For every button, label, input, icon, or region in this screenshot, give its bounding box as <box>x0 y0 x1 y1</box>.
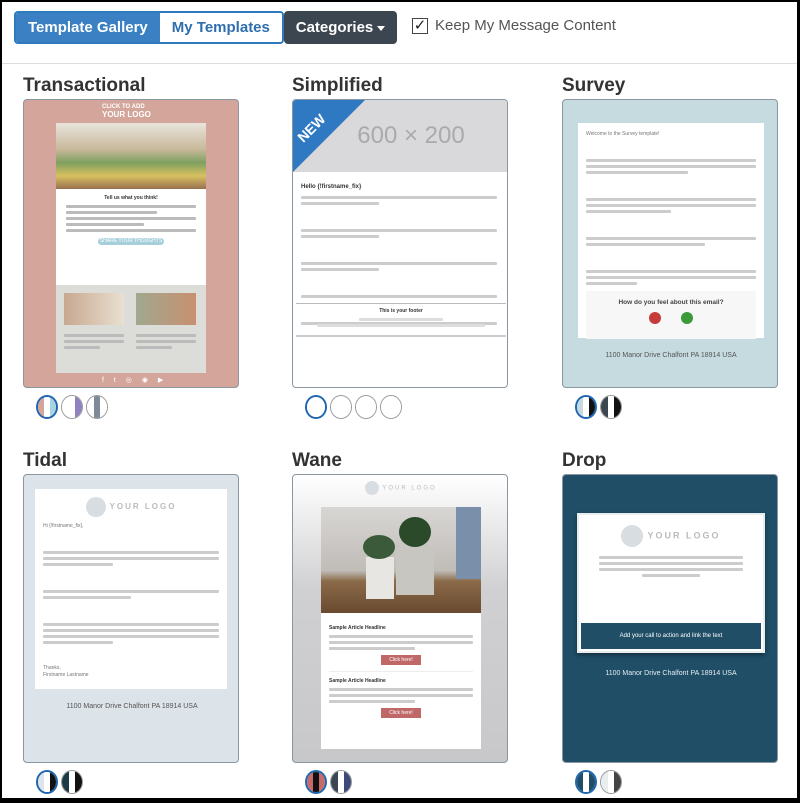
tab-my-templates[interactable]: My Templates <box>159 13 282 42</box>
template-thumbnail[interactable]: 600 × 200 NEW Hello {!firstname_fix} Thi… <box>292 99 508 388</box>
template-title: Drop <box>562 450 607 471</box>
color-swatches <box>305 770 508 794</box>
logo-placeholder: YOUR LOGO <box>43 497 219 517</box>
color-swatch[interactable] <box>61 770 83 794</box>
keep-content-label: Keep My Message Content <box>435 17 616 34</box>
categories-label: Categories <box>295 19 374 36</box>
template-thumbnail[interactable]: CLICK TO ADD YOUR LOGO Tell us what you t… <box>23 99 239 388</box>
template-title: Transactional <box>23 75 146 96</box>
template-title: Wane <box>292 450 342 471</box>
logo-placeholder: CLICK TO ADD YOUR LOGO <box>102 104 151 119</box>
color-swatches <box>36 770 239 794</box>
color-swatch[interactable] <box>600 770 622 794</box>
keep-content-checkbox[interactable]: ✓ Keep My Message Content <box>412 17 616 34</box>
footer-heading: This is your footer <box>379 308 423 314</box>
template-source-tabs: Template Gallery My Templates <box>14 11 284 44</box>
color-swatch[interactable] <box>330 395 352 419</box>
checkbox-checked-icon[interactable]: ✓ <box>412 17 428 34</box>
template-thumbnail[interactable]: YOUR LOGO Sample Article Headline Click … <box>292 474 508 763</box>
template-card-survey: Survey Welcome to the Survey template! H… <box>562 75 778 419</box>
color-swatch[interactable] <box>380 395 402 419</box>
hero-image <box>56 123 206 189</box>
template-card-wane: Wane YOUR LOGO Sample Article Headline C… <box>292 450 508 794</box>
color-swatches <box>305 395 508 419</box>
template-title: Simplified <box>292 75 383 96</box>
template-card-simplified: Simplified 600 × 200 NEW Hello {!firstna… <box>292 75 508 419</box>
color-swatches <box>36 395 239 419</box>
color-swatch[interactable] <box>575 395 597 419</box>
survey-question: How do you feel about this email? <box>618 299 724 306</box>
thumbs-up-icon <box>681 312 693 324</box>
template-thumbnail[interactable]: YOUR LOGO Add your call to action and li… <box>562 474 778 763</box>
color-swatch[interactable] <box>305 770 327 794</box>
color-swatch[interactable] <box>575 770 597 794</box>
logo-placeholder: YOUR LOGO <box>293 481 507 495</box>
caret-down-icon <box>377 25 386 31</box>
footer-address: 1100 Manor Drive Chalfont PA 18914 USA <box>605 670 737 677</box>
hero-image <box>321 507 481 613</box>
tab-template-gallery[interactable]: Template Gallery <box>16 13 160 42</box>
color-swatch[interactable] <box>61 395 83 419</box>
categories-dropdown[interactable]: Categories <box>284 11 397 44</box>
thumbs-down-icon <box>649 312 661 324</box>
template-thumbnail[interactable]: Welcome to the Survey template! How do y… <box>562 99 778 388</box>
color-swatches <box>575 770 778 794</box>
color-swatch[interactable] <box>355 395 377 419</box>
toolbar: Template Gallery My Templates Categories… <box>2 2 797 64</box>
social-icons: f t ◎ ◉ ▶ <box>102 377 168 384</box>
template-card-transactional: Transactional CLICK TO ADD YOUR LOGO Tell… <box>23 75 239 419</box>
template-title: Tidal <box>23 450 67 471</box>
footer-address: 1100 Manor Drive Chalfont PA 18914 USA <box>605 352 737 359</box>
color-swatch[interactable] <box>36 395 58 419</box>
template-card-drop: Drop YOUR LOGO Add your call to action a… <box>562 450 778 794</box>
call-to-action: Add your call to action and link the tex… <box>581 623 761 649</box>
template-chooser: Template Gallery My Templates Categories… <box>2 2 797 798</box>
color-swatch[interactable] <box>36 770 58 794</box>
template-title: Survey <box>562 75 626 96</box>
color-swatches <box>575 395 778 419</box>
color-swatch[interactable] <box>305 395 327 419</box>
color-swatch[interactable] <box>86 395 108 419</box>
footer-address: 1100 Manor Drive Chalfont PA 18914 USA <box>66 703 198 710</box>
share-thoughts-button: SHARE YOUR THOUGHTS <box>98 238 164 245</box>
color-swatch[interactable] <box>330 770 352 794</box>
template-thumbnail[interactable]: YOUR LOGO Hi {!firstname_fix}, Thanks, F… <box>23 474 239 763</box>
color-swatch[interactable] <box>600 395 622 419</box>
template-card-tidal: Tidal YOUR LOGO Hi {!firstname_fix}, Tha… <box>23 450 239 794</box>
logo-placeholder: YOUR LOGO <box>579 525 763 547</box>
